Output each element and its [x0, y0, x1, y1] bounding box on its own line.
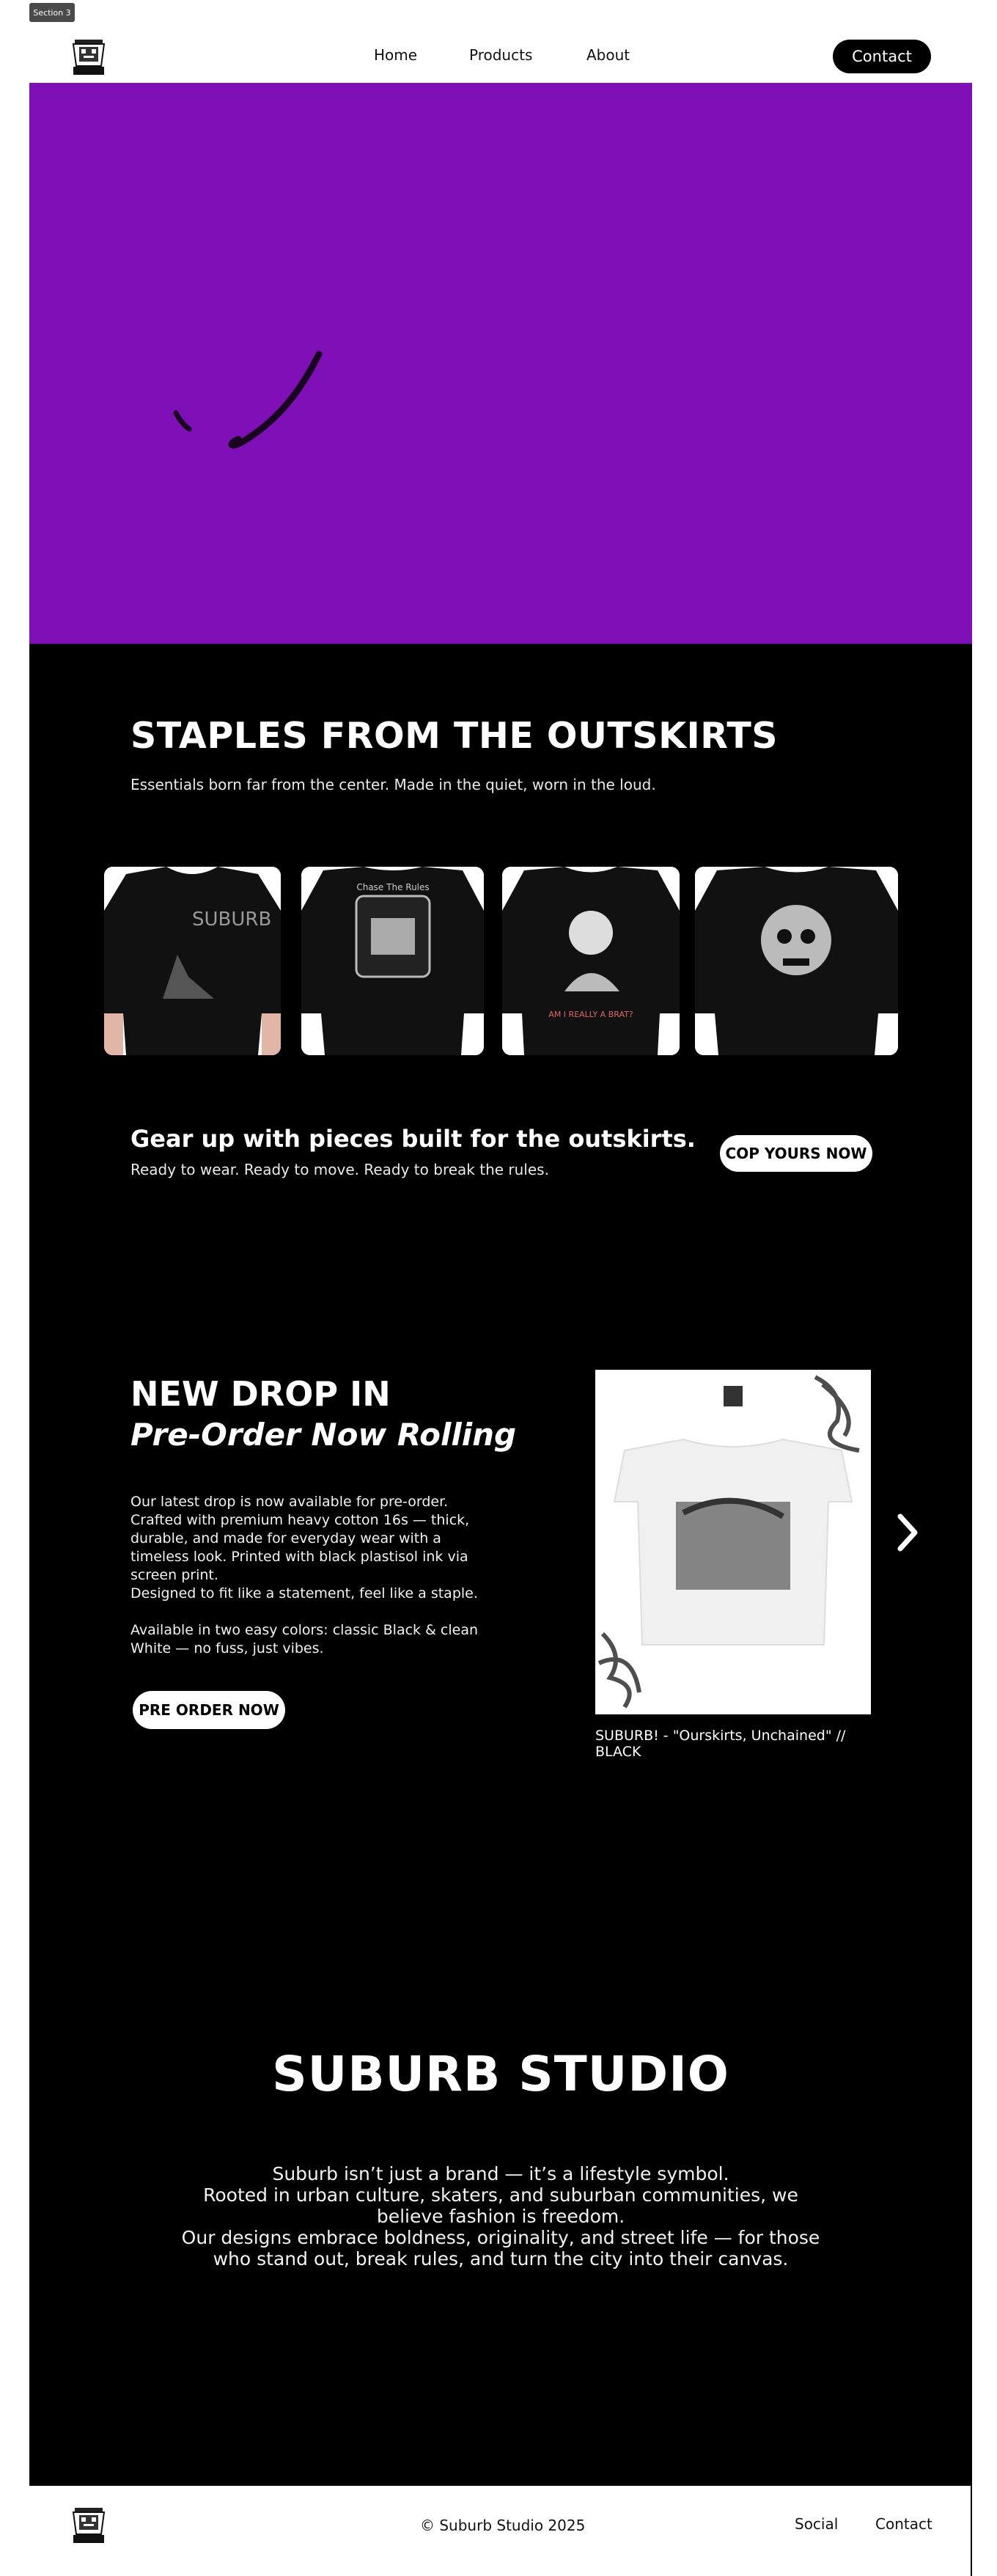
- section-tag: Section 3: [29, 3, 75, 22]
- tshirt-image: SUBURB: [104, 867, 281, 1055]
- tshirt-image: AM I REALLY A BRAT?: [502, 867, 680, 1055]
- hero-banner: [29, 83, 972, 644]
- staples-title: STAPLES FROM THE OUTSKIRTS: [130, 715, 779, 757]
- product-print-text: Chase The Rules: [356, 882, 429, 892]
- footer-contact-link[interactable]: Contact: [875, 2515, 932, 2533]
- tshirt-image: Chase The Rules: [301, 867, 484, 1055]
- new-drop-product-caption: SUBURB! - "Ourskirts, Unchained" // BLAC…: [595, 1728, 846, 1760]
- chevron-right-icon[interactable]: [893, 1511, 922, 1555]
- gear-title: Gear up with pieces built for the outski…: [130, 1125, 696, 1153]
- new-drop-description: Our latest drop is now available for pre…: [130, 1494, 479, 1656]
- product-card[interactable]: AM I REALLY A BRAT?: [502, 867, 680, 1055]
- site-header: Home Products About Contact: [29, 22, 972, 83]
- hero-brush-stroke: [173, 351, 323, 449]
- preorder-subtitle: Pre-Order Now Rolling: [130, 1417, 517, 1453]
- studio-brand-title: SUBURB STUDIO: [272, 2046, 729, 2102]
- product-card[interactable]: [695, 867, 898, 1055]
- gear-subtitle: Ready to wear. Ready to move. Ready to b…: [130, 1161, 549, 1178]
- new-drop-title: NEW DROP IN: [130, 1374, 391, 1414]
- tshirt-image: [695, 867, 898, 1055]
- tshirt-image: [595, 1370, 871, 1714]
- brand-logo[interactable]: [70, 37, 107, 76]
- product-print-text: AM I REALLY A BRAT?: [548, 1010, 633, 1019]
- product-print-text: SUBURB: [192, 909, 271, 931]
- product-card[interactable]: SUBURB: [104, 867, 281, 1055]
- staples-subtitle: Essentials born far from the center. Mad…: [130, 776, 656, 793]
- site-footer: © Suburb Studio 2025 Social Contact: [29, 2486, 972, 2576]
- nav-home[interactable]: Home: [374, 46, 417, 64]
- footer-social-link[interactable]: Social: [795, 2515, 838, 2533]
- nav-products[interactable]: Products: [469, 46, 532, 64]
- main-content: STAPLES FROM THE OUTSKIRTS Essentials bo…: [29, 644, 972, 2486]
- cop-yours-now-button[interactable]: COP YOURS NOW: [720, 1135, 872, 1172]
- copyright-text: © Suburb Studio 2025: [420, 2517, 586, 2534]
- product-card[interactable]: Chase The Rules: [301, 867, 484, 1055]
- pre-order-now-button[interactable]: PRE ORDER NOW: [133, 1691, 285, 1729]
- contact-button[interactable]: Contact: [833, 40, 931, 73]
- footer-logo[interactable]: [70, 2505, 107, 2544]
- nav-about[interactable]: About: [586, 46, 630, 64]
- new-drop-product-image[interactable]: [595, 1370, 871, 1714]
- logo-emblem-icon: [72, 40, 106, 75]
- studio-description: Suburb isn’t just a brand — it’s a lifes…: [181, 2163, 820, 2269]
- logo-emblem-icon: [72, 2508, 106, 2543]
